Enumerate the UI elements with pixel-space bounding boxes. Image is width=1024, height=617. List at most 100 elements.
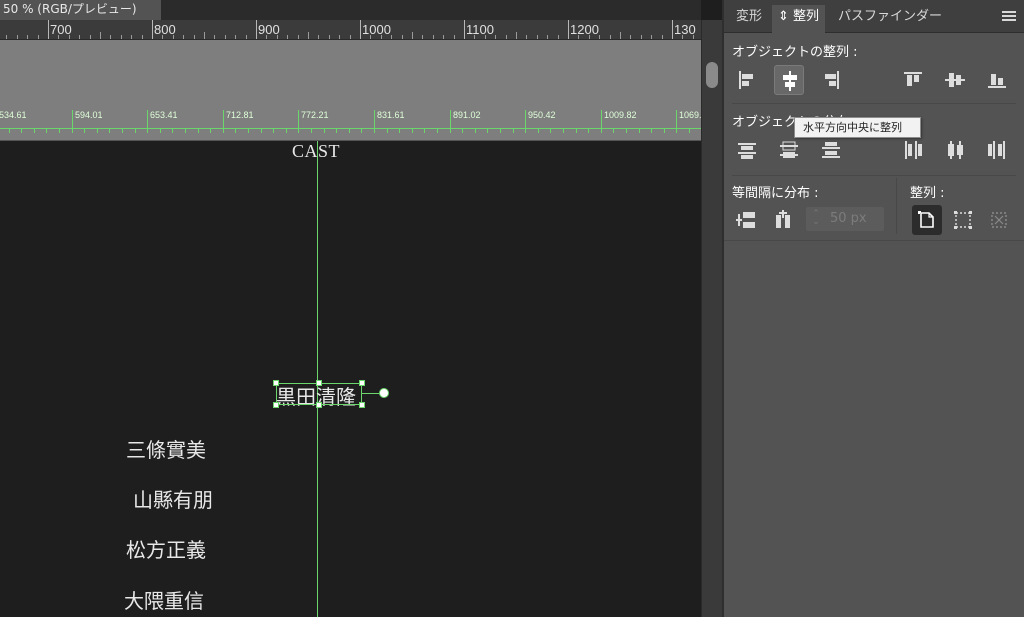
ruler-minor-tick [246,35,247,39]
measure-minor-tick [349,128,350,133]
horizontal-distribute-space-icon[interactable] [768,205,798,235]
resize-handle-bottom-center[interactable] [316,402,322,408]
name-text[interactable]: 松方正義 [126,534,206,563]
measure-minor-tick [664,128,665,133]
ruler-label: 1200 [570,22,599,37]
measure-minor-tick [160,128,161,133]
measure-major-tick [374,110,375,133]
align-horizontal-center-icon[interactable] [774,65,804,95]
ruler-minor-tick [454,35,455,39]
ruler-minor-tick [90,35,91,39]
ruler-minor-tick [225,35,226,39]
measure-label: 534.61 [0,110,27,120]
resize-handle-top-center[interactable] [316,380,322,386]
align-bottom-icon[interactable] [982,65,1012,95]
measure-label: 653.41 [150,110,178,120]
measure-minor-tick [59,128,60,133]
ruler-minor-tick [630,35,631,39]
ruler-minor-tick [610,35,611,39]
ruler-minor-tick [558,35,559,39]
measure-minor-tick [324,128,325,133]
tab-align[interactable]: ⇕ 整列 [772,5,826,33]
measure-minor-tick [34,128,35,133]
ruler-minor-tick [433,35,434,39]
name-text[interactable]: 大隈重信 [124,585,204,614]
ruler-label: 800 [154,22,176,37]
ruler-minor-tick [204,32,205,39]
ruler-minor-tick [402,35,403,39]
measure-minor-tick [172,128,173,133]
distribute-vertical-center-icon[interactable] [774,135,804,165]
name-text[interactable]: 山縣有朋 [133,484,213,513]
ruler-minor-tick [110,35,111,39]
ruler-minor-tick [662,35,663,39]
resize-handle-top-left[interactable] [273,380,279,386]
measure-minor-tick [689,128,690,133]
tab-pathfinder[interactable]: パスファインダー [832,5,948,33]
ruler-minor-tick [506,35,507,39]
align-top-icon[interactable] [898,65,928,95]
measure-minor-tick [563,128,564,133]
distribute-top-icon[interactable] [732,135,762,165]
align-right-icon[interactable] [816,65,846,95]
measure-minor-tick [487,128,488,133]
pasteboard: 534.61 594.01 653.41 712.81 772.21 831.61 891.… [0,40,701,140]
measure-major-tick [601,110,602,133]
distribute-bottom-icon[interactable] [816,135,846,165]
spacing-value-input[interactable]: ⌃ ⌄ 50 px [806,207,884,231]
distribute-left-icon[interactable] [898,135,928,165]
vertical-scrollbar[interactable] [701,20,722,617]
resize-handle-bottom-right[interactable] [359,402,365,408]
name-text[interactable]: 三條實美 [126,434,206,463]
distribute-spacing-title: 等間隔に分布 : [732,186,819,201]
ruler-minor-tick [121,35,122,39]
panel-menu-icon[interactable] [1002,11,1016,21]
ruler-minor-tick [287,35,288,39]
align-to-selection-icon[interactable] [948,205,978,235]
measure-major-tick [525,110,526,133]
spinner-arrows-icon[interactable]: ⌃ ⌄ [809,210,823,228]
align-panel: 変形 ⇕ 整列 パスファインダー オブジェクトの整列 : オブジェクトの分布 : [722,0,1024,617]
ruler-minor-tick [142,35,143,39]
measure-minor-tick [462,128,463,133]
align-vertical-center-icon[interactable] [940,65,970,95]
ruler-minor-tick [235,35,236,39]
spacing-value-text: 50 px [830,211,867,226]
align-left-icon[interactable] [732,65,762,95]
measure-minor-tick [475,128,476,133]
scrollbar-thumb[interactable] [706,62,718,88]
cast-heading-text[interactable]: CAST [292,141,340,162]
section-divider [732,103,1016,104]
vertical-distribute-space-icon[interactable] [732,205,762,235]
align-to-key-object-icon[interactable] [984,205,1014,235]
measure-minor-tick [412,128,413,133]
ruler-minor-tick [651,35,652,39]
rotation-handle[interactable] [379,388,389,398]
measure-minor-tick [286,128,287,133]
measure-minor-tick [109,128,110,133]
distribute-right-icon[interactable] [982,135,1012,165]
distribute-horizontal-center-icon[interactable] [940,135,970,165]
measure-minor-tick [424,128,425,133]
measure-minor-tick [361,128,362,133]
resize-handle-top-right[interactable] [359,380,365,386]
horizontal-ruler[interactable]: 700 800 900 1000 1100 1200 130 [0,20,701,40]
document-tab[interactable]: 50 % (RGB/プレビュー) [0,0,162,20]
ruler-minor-tick [214,35,215,39]
ruler-minor-tick [443,35,444,39]
measure-minor-tick [550,128,551,133]
align-objects-title: オブジェクトの整列 : [732,45,858,60]
artboard-canvas[interactable]: CAST 黒田清隆 三條實美 山縣有朋 松方正義 大隈重信 [0,140,701,617]
measure-minor-tick [639,128,640,133]
ruler-minor-tick [329,35,330,39]
align-to-artboard-icon[interactable] [912,205,942,235]
ruler-major-tick [152,20,153,39]
measure-label: 1069. [679,110,701,120]
panel-tab-bar: 変形 ⇕ 整列 パスファインダー [724,0,1024,33]
ruler-minor-tick [100,32,101,39]
measure-label: 891.02 [453,110,481,120]
tab-transform[interactable]: 変形 [730,5,768,33]
resize-handle-bottom-left[interactable] [273,402,279,408]
measure-minor-tick [336,128,337,133]
measure-minor-tick [135,128,136,133]
